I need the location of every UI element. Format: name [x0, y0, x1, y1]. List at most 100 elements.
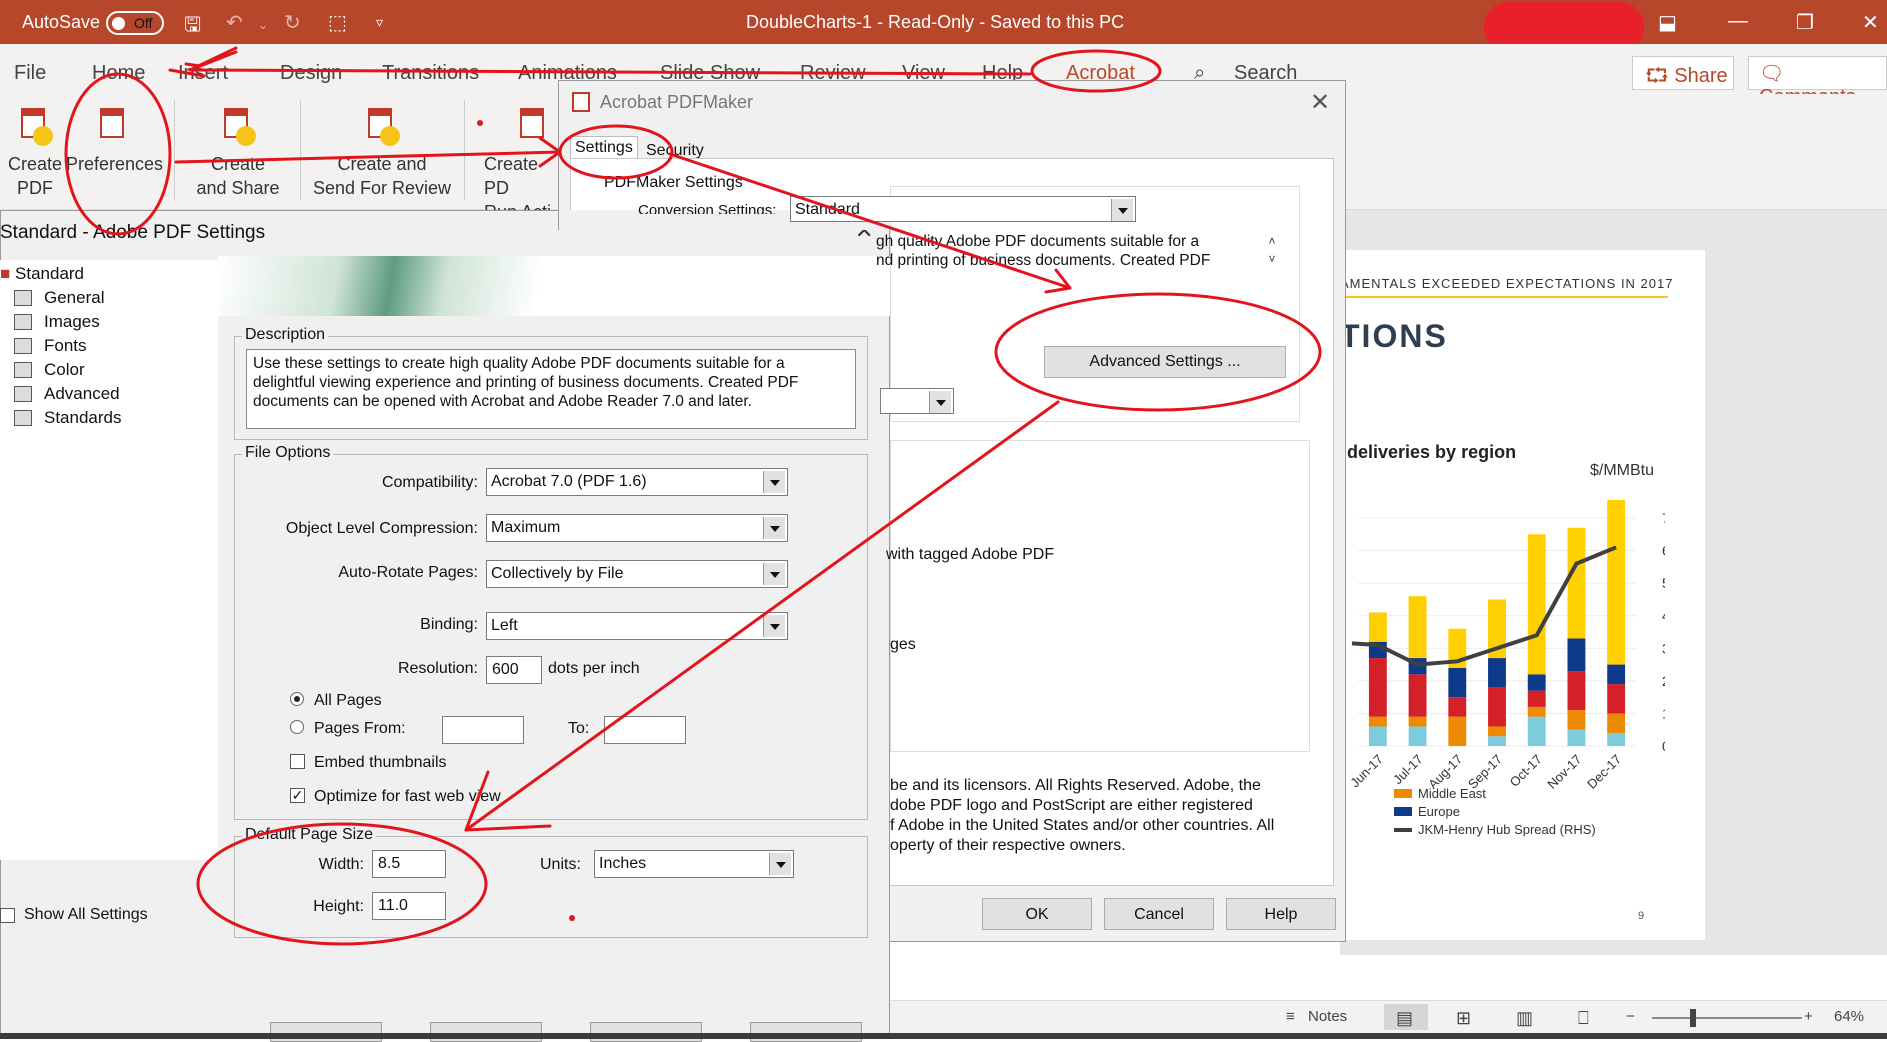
- show-all-settings-checkbox[interactable]: [0, 908, 15, 923]
- tab-settings[interactable]: Settings: [570, 136, 638, 159]
- chart-y-tick-label: 4: [1662, 608, 1665, 624]
- chart-bar-segment: [1448, 667, 1467, 698]
- cancel-button[interactable]: Cancel: [1104, 898, 1214, 930]
- tree-item-standards[interactable]: Standards: [44, 408, 122, 428]
- reading-view-icon[interactable]: ▥: [1516, 1008, 1533, 1029]
- create-share-label-2: and Share: [196, 178, 280, 198]
- chart-bar-segment: [1567, 729, 1586, 746]
- chevron-down-icon: [1111, 199, 1133, 221]
- page-size-label: Default Page Size: [242, 826, 377, 844]
- comments-icon: 🗨: [1759, 63, 1785, 85]
- file-options-label: File Options: [242, 444, 334, 462]
- compression-select[interactable]: Maximum: [486, 514, 788, 542]
- units-label: Units:: [540, 856, 581, 873]
- zoom-in-button[interactable]: +: [1804, 1008, 1813, 1025]
- comments-button[interactable]: 🗨 Comments: [1748, 56, 1887, 108]
- preferences-button[interactable]: Preferences: [66, 100, 163, 176]
- ok-button[interactable]: OK: [982, 898, 1092, 930]
- tab-file[interactable]: File: [14, 62, 46, 85]
- advanced-settings-button[interactable]: Advanced Settings ...: [1044, 346, 1286, 378]
- binding-label: Binding:: [420, 616, 478, 633]
- description-text[interactable]: Use these settings to create high qualit…: [246, 349, 856, 429]
- create-review-label-2: Send For Review: [312, 178, 452, 198]
- customize-qat-icon[interactable]: ▿: [376, 14, 383, 31]
- help-button[interactable]: Help: [1226, 898, 1336, 930]
- tab-insert[interactable]: Insert: [178, 62, 228, 85]
- redo-icon[interactable]: ↻: [284, 10, 301, 35]
- dialog-button-cut[interactable]: [270, 1022, 382, 1042]
- zoom-slider-thumb[interactable]: [1690, 1009, 1696, 1027]
- autorotate-select[interactable]: Collectively by File: [486, 560, 788, 588]
- ribbon-display-icon[interactable]: ⬓: [1658, 10, 1677, 35]
- pages-from-radio[interactable]: [290, 720, 304, 734]
- legend-swatch: [1394, 807, 1412, 816]
- undo-icon[interactable]: ↶: [226, 10, 243, 35]
- chart-bar-segment: [1527, 534, 1546, 675]
- tree-item-color[interactable]: Color: [44, 360, 85, 380]
- tree-item-standard[interactable]: ■ Standard: [0, 264, 84, 284]
- tab-home[interactable]: Home: [92, 62, 145, 85]
- embed-thumbnails-checkbox[interactable]: [290, 754, 305, 769]
- create-send-review-button[interactable]: Create and Send For Review: [310, 100, 454, 200]
- autosave-toggle[interactable]: Off: [106, 11, 164, 35]
- description-scrollbar[interactable]: ˄ ˅: [1262, 232, 1282, 272]
- width-input[interactable]: 8.5: [372, 850, 446, 878]
- description-label: Description: [242, 326, 329, 344]
- close-icon[interactable]: ✕: [1310, 88, 1330, 117]
- zoom-level[interactable]: 64%: [1834, 1008, 1864, 1025]
- notes-button[interactable]: Notes: [1308, 1008, 1347, 1025]
- pages-to-input[interactable]: [604, 716, 686, 744]
- tree-item-fonts[interactable]: Fonts: [44, 336, 87, 356]
- tree-item-advanced[interactable]: Advanced: [44, 384, 120, 404]
- compatibility-label: Compatibility:: [381, 474, 478, 491]
- height-input[interactable]: 11.0: [372, 892, 446, 920]
- chart-x-tick-label: Dec-17: [1584, 752, 1624, 792]
- conversion-select[interactable]: Standard: [790, 196, 1136, 222]
- present-icon[interactable]: ⬚: [328, 10, 347, 35]
- tree-node-icon: [14, 338, 32, 354]
- create-run-icon: [516, 106, 552, 146]
- undo-dropdown-icon[interactable]: ⌄: [258, 18, 268, 32]
- binding-select[interactable]: Left: [486, 612, 788, 640]
- chevron-down-icon: [763, 517, 785, 539]
- notes-icon[interactable]: ≡: [1286, 1008, 1295, 1025]
- zoom-out-button[interactable]: −: [1626, 1008, 1635, 1025]
- pdf-settings-title: Standard - Adobe PDF Settings: [0, 222, 266, 243]
- pdfmaker-title: Acrobat PDFMaker: [600, 92, 754, 112]
- chart-bar-segment: [1408, 674, 1427, 717]
- chevron-down-icon: [763, 471, 785, 493]
- tab-transitions[interactable]: Transitions: [382, 62, 479, 85]
- create-run-action-button[interactable]: Create PD Run Acti: [476, 100, 562, 224]
- pages-from-label: Pages From:: [314, 720, 406, 737]
- dialog-button-cut[interactable]: [430, 1022, 542, 1042]
- tab-design[interactable]: Design: [280, 62, 342, 85]
- dialog-button-cut[interactable]: [750, 1022, 862, 1042]
- zoom-slider[interactable]: [1652, 1017, 1802, 1019]
- create-pdf-button[interactable]: Create PDF: [4, 100, 66, 200]
- create-and-share-button[interactable]: Create and Share: [190, 100, 286, 200]
- compatibility-select[interactable]: Acrobat 7.0 (PDF 1.6): [486, 468, 788, 496]
- chart-bar-segment: [1448, 697, 1467, 717]
- tree-item-images[interactable]: Images: [44, 312, 100, 332]
- optimize-web-checkbox[interactable]: ✓: [290, 788, 305, 803]
- chart-y-tick-label: 0: [1662, 738, 1665, 754]
- close-icon[interactable]: ✕: [1862, 10, 1879, 35]
- chart-bar-segment: [1408, 716, 1427, 727]
- restore-icon[interactable]: ❐: [1796, 10, 1814, 35]
- share-button[interactable]: ⮔ Share: [1632, 56, 1734, 90]
- save-icon[interactable]: 🖫: [184, 10, 201, 44]
- resolution-input[interactable]: 600: [486, 656, 542, 684]
- slideshow-icon[interactable]: ⎕: [1578, 1008, 1589, 1029]
- pages-from-input[interactable]: [442, 716, 524, 744]
- all-pages-radio[interactable]: [290, 692, 304, 706]
- tree-item-general[interactable]: General: [44, 288, 104, 308]
- slide-sorter-icon[interactable]: ⊞: [1456, 1008, 1471, 1029]
- show-all-settings-label: Show All Settings: [24, 906, 148, 923]
- dialog-button-cut[interactable]: [590, 1022, 702, 1042]
- units-select[interactable]: Inches: [594, 850, 794, 878]
- normal-view-icon[interactable]: ▤: [1396, 1008, 1413, 1029]
- chart-bar-segment: [1448, 716, 1467, 746]
- minimize-icon[interactable]: —: [1728, 10, 1748, 33]
- pdfmaker-dropdown[interactable]: [880, 388, 954, 414]
- chart-bar-segment: [1527, 674, 1546, 691]
